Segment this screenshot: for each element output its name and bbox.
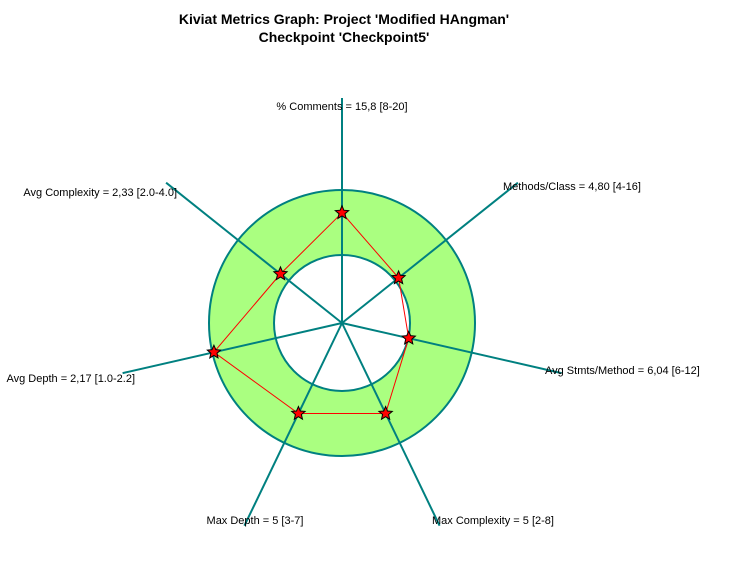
chart-title-line-1: Kiviat Metrics Graph: Project 'Modified … [179,11,509,27]
axis-label-6: Avg Complexity = 2,33 [2.0-4.0] [23,187,177,199]
kiviat-svg: Kiviat Metrics Graph: Project 'Modified … [6,11,700,527]
axes-group [122,98,562,527]
axis-label-1: Methods/Class = 4,80 [4-16] [503,181,641,193]
axis-label-3: Max Complexity = 5 [2-8] [432,515,554,527]
axis-label-2: Avg Stmts/Method = 6,04 [6-12] [545,365,700,377]
kiviat-chart: Kiviat Metrics Graph: Project 'Modified … [0,0,756,571]
chart-title-line-2: Checkpoint 'Checkpoint5' [259,29,430,45]
axis-label-5: Avg Depth = 2,17 [1.0-2.2] [6,373,135,385]
axis-label-4: Max Depth = 5 [3-7] [207,515,304,527]
axis-label-0: % Comments = 15,8 [8-20] [276,101,407,113]
